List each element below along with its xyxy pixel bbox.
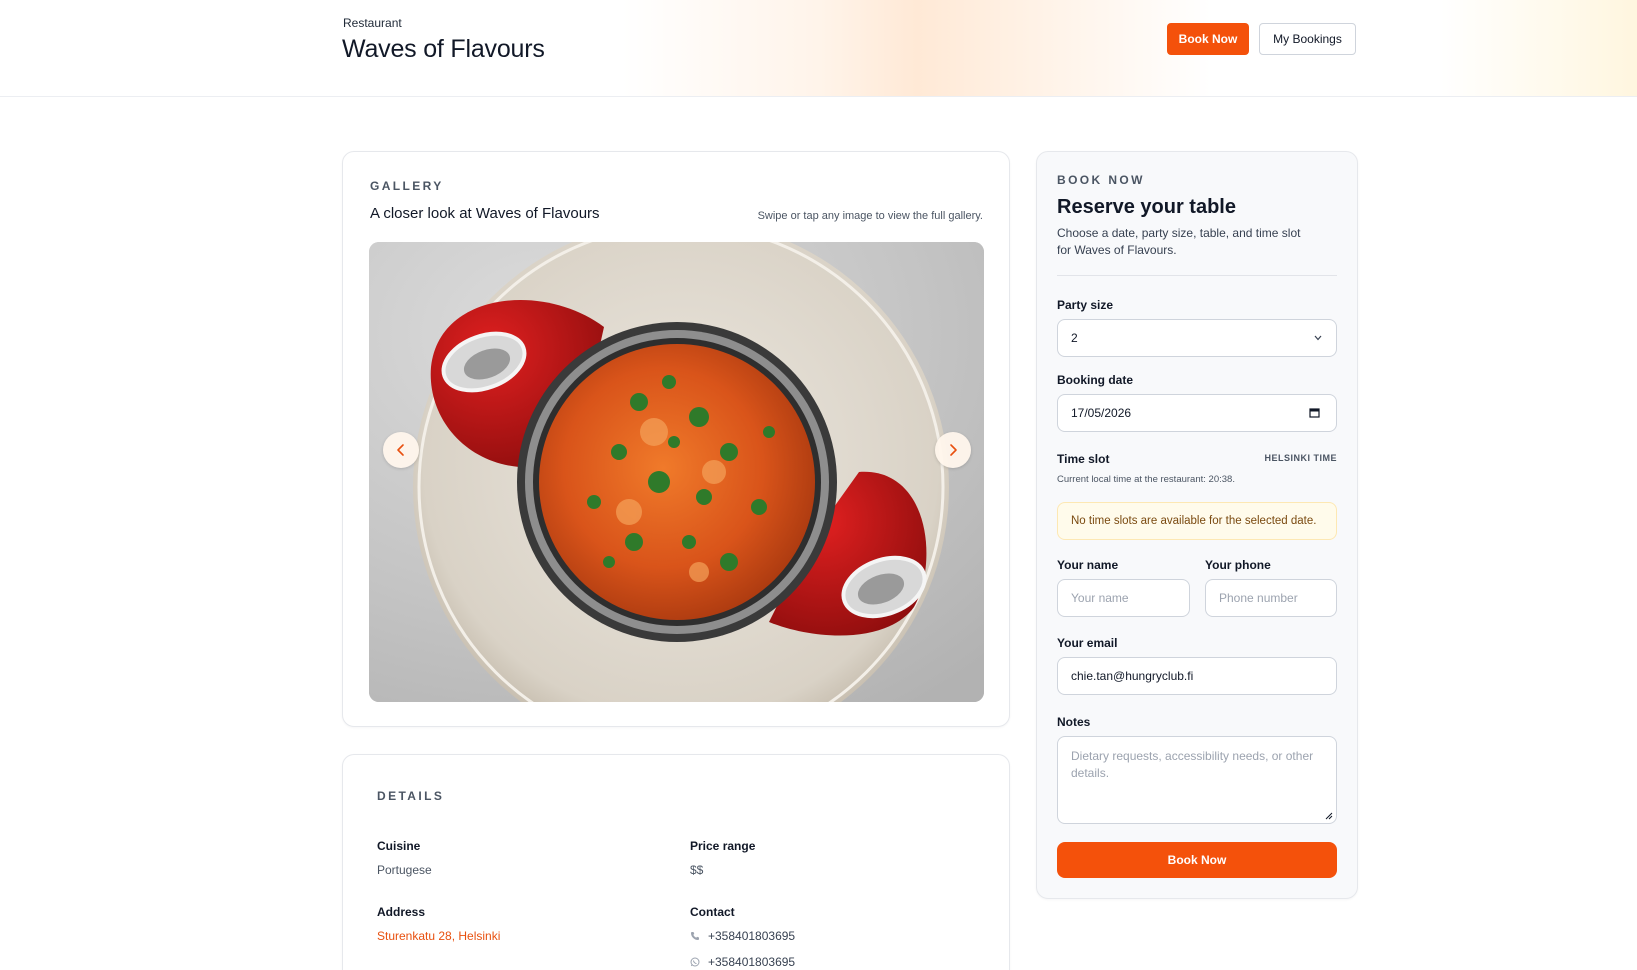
- price-range-value: $$: [690, 863, 704, 877]
- price-range-label: Price range: [690, 839, 756, 853]
- site-header: Restaurant Waves of Flavours Book Now My…: [0, 0, 1637, 97]
- party-size-value: 2: [1071, 331, 1078, 345]
- header-book-now-button[interactable]: Book Now: [1167, 23, 1249, 55]
- resize-grip-icon[interactable]: [1324, 811, 1333, 820]
- no-slots-notice: No time slots are available for the sele…: [1057, 502, 1337, 540]
- phone-placeholder: Phone number: [1219, 591, 1298, 605]
- gallery-title: A closer look at Waves of Flavours: [370, 205, 600, 222]
- contact-whatsapp-row[interactable]: +358401803695: [690, 955, 795, 969]
- email-value: chie.tan@hungryclub.fi: [1071, 669, 1194, 683]
- details-eyebrow: DETAILS: [377, 789, 445, 803]
- calendar-icon[interactable]: [1309, 407, 1320, 418]
- phone-label: Your phone: [1205, 558, 1271, 572]
- phone-input[interactable]: Phone number: [1205, 579, 1337, 617]
- booking-date-value: 17/05/2026: [1071, 406, 1132, 420]
- restaurant-title: Waves of Flavours: [342, 35, 545, 63]
- chevron-left-icon: [397, 444, 404, 456]
- time-slot-label: Time slot: [1057, 452, 1110, 466]
- chevron-right-icon: [950, 444, 957, 456]
- gallery-image[interactable]: [369, 242, 984, 702]
- contact-label: Contact: [690, 905, 735, 919]
- contact-whatsapp: +358401803695: [708, 955, 796, 969]
- booking-title: Reserve your table: [1057, 196, 1236, 218]
- gallery-hint: Swipe or tap any image to view the full …: [757, 210, 983, 222]
- contact-phone-row[interactable]: +358401803695: [690, 929, 795, 943]
- booking-description: Choose a date, party size, table, and ti…: [1057, 226, 1301, 257]
- whatsapp-icon: [690, 957, 700, 967]
- gallery-card: GALLERY A closer look at Waves of Flavou…: [342, 151, 1010, 727]
- name-placeholder: Your name: [1071, 591, 1129, 605]
- restaurant-kicker: Restaurant: [343, 16, 402, 30]
- notes-placeholder: Dietary requests, accessibility needs, o…: [1071, 749, 1314, 780]
- email-label: Your email: [1057, 636, 1118, 650]
- booking-eyebrow: BOOK NOW: [1057, 173, 1145, 187]
- details-card: DETAILS Cuisine Portugese Price range $$…: [342, 754, 1010, 970]
- booking-panel: BOOK NOW Reserve your table Choose a dat…: [1036, 151, 1358, 899]
- timezone-badge: HELSINKI TIME: [1264, 453, 1337, 463]
- my-bookings-button[interactable]: My Bookings: [1259, 23, 1356, 55]
- address-label: Address: [377, 905, 426, 919]
- cuisine-value: Portugese: [377, 863, 432, 877]
- booking-divider: [1057, 275, 1337, 276]
- email-input[interactable]: chie.tan@hungryclub.fi: [1057, 657, 1337, 695]
- local-time-hint: Current local time at the restaurant: 20…: [1057, 474, 1235, 485]
- gallery-next-button[interactable]: [935, 432, 971, 468]
- party-size-select[interactable]: 2: [1057, 319, 1337, 357]
- phone-icon: [690, 931, 700, 941]
- notes-textarea[interactable]: Dietary requests, accessibility needs, o…: [1057, 736, 1337, 824]
- dish-photo: [369, 242, 984, 702]
- party-size-label: Party size: [1057, 298, 1114, 312]
- contact-phone: +358401803695: [708, 929, 796, 943]
- name-label: Your name: [1057, 558, 1119, 572]
- name-input[interactable]: Your name: [1057, 579, 1190, 617]
- booking-date-input[interactable]: 17/05/2026: [1057, 394, 1337, 432]
- chevron-down-icon: [1314, 335, 1322, 341]
- submit-booking-button[interactable]: Book Now: [1057, 842, 1337, 878]
- address-link[interactable]: Sturenkatu 28, Helsinki: [377, 929, 500, 943]
- gallery-eyebrow: GALLERY: [370, 179, 444, 193]
- cuisine-label: Cuisine: [377, 839, 421, 853]
- booking-date-label: Booking date: [1057, 373, 1134, 387]
- notes-label: Notes: [1057, 715, 1091, 729]
- gallery-prev-button[interactable]: [383, 432, 419, 468]
